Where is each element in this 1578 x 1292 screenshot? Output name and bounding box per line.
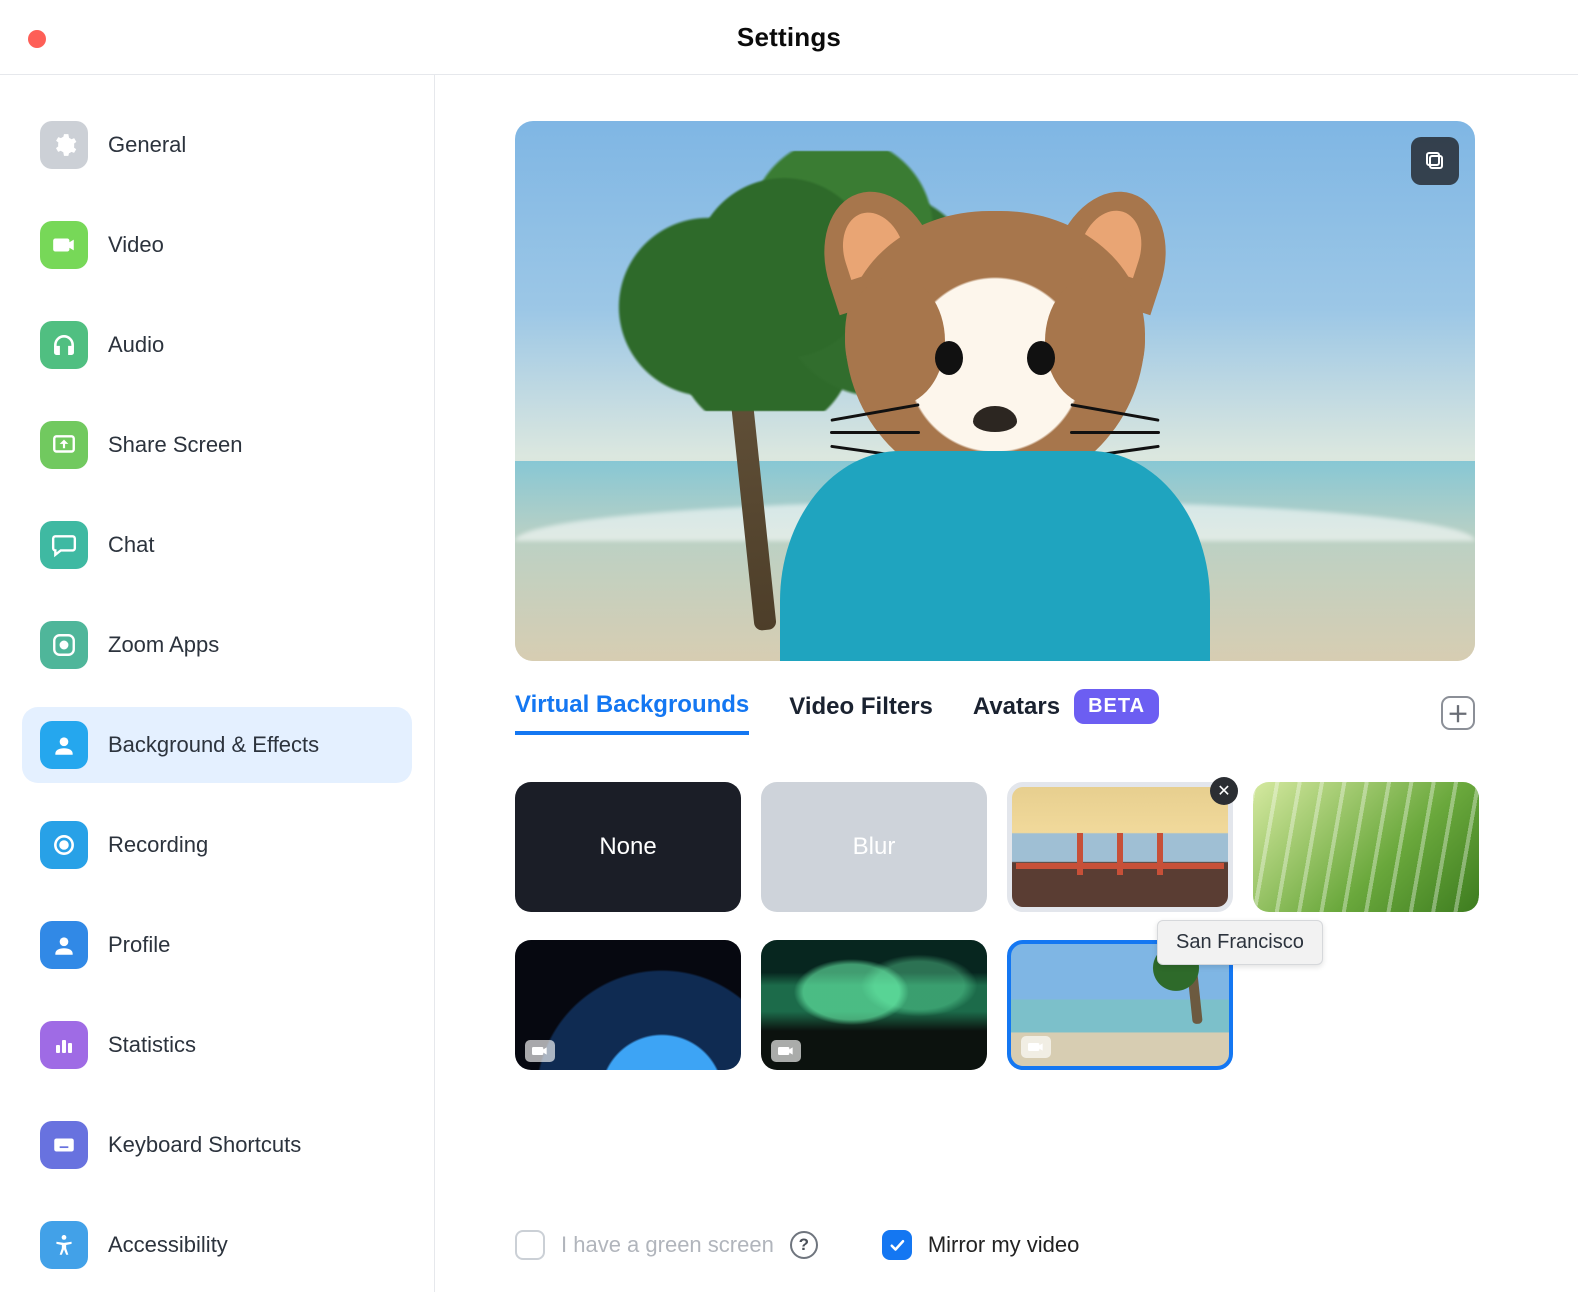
background-grid: None Blur ✕ [515,782,1495,1070]
add-background-button[interactable]: ＋ [1441,696,1475,730]
sidebar-item-label: Audio [108,332,164,358]
sidebar-item-share-screen[interactable]: Share Screen [22,407,412,483]
tab-avatars[interactable]: Avatars BETA [973,689,1159,736]
sidebar-item-zoom-apps[interactable]: Zoom Apps [22,607,412,683]
sidebar-item-label: Accessibility [108,1232,228,1258]
sidebar-item-label: Recording [108,832,208,858]
background-effects-icon [40,721,88,769]
video-badge-icon [525,1040,555,1062]
sidebar-item-label: Chat [108,532,154,558]
chat-icon [40,521,88,569]
tab-label: Avatars [973,693,1060,721]
sidebar-item-label: General [108,132,186,158]
sidebar-item-keyboard-shortcuts[interactable]: Keyboard Shortcuts [22,1107,412,1183]
sidebar-item-label: Background & Effects [108,732,319,758]
body: General Video Audio Share Screen Chat [0,75,1578,1292]
sidebar-item-chat[interactable]: Chat [22,507,412,583]
rotate-camera-button[interactable] [1411,137,1459,185]
video-badge-icon [771,1040,801,1062]
gear-icon [40,121,88,169]
background-option-aurora[interactable] [761,940,987,1070]
sidebar: General Video Audio Share Screen Chat [0,75,435,1292]
tab-label: Virtual Backgrounds [515,691,749,719]
sidebar-item-label: Profile [108,932,170,958]
effects-tabs: Virtual Backgrounds Video Filters Avatar… [515,689,1475,736]
sidebar-item-audio[interactable]: Audio [22,307,412,383]
share-screen-icon [40,421,88,469]
background-tooltip: San Francisco [1157,920,1323,965]
sidebar-item-label: Statistics [108,1032,196,1058]
plus-icon: ＋ [1447,697,1469,729]
tab-virtual-backgrounds[interactable]: Virtual Backgrounds [515,691,749,735]
green-screen-label: I have a green screen [561,1232,774,1258]
sidebar-item-accessibility[interactable]: Accessibility [22,1207,412,1283]
tab-label: Video Filters [789,693,933,721]
close-icon: ✕ [1217,781,1230,801]
background-none-label: None [599,833,656,861]
mirror-video-checkbox[interactable] [882,1230,912,1260]
background-option-grass[interactable] [1253,782,1479,912]
camera-icon [40,221,88,269]
background-option-earth[interactable] [515,940,741,1070]
video-preview [515,121,1475,661]
profile-icon [40,921,88,969]
background-grid-wrap: None Blur ✕ [515,782,1495,1070]
background-option-san-francisco[interactable]: ✕ [1007,782,1233,912]
beta-badge: BETA [1074,689,1159,724]
headphones-icon [40,321,88,369]
background-blur-label: Blur [853,833,896,861]
sidebar-item-general[interactable]: General [22,107,412,183]
remove-background-button[interactable]: ✕ [1210,777,1238,805]
sidebar-item-recording[interactable]: Recording [22,807,412,883]
option-green-screen: I have a green screen ? [515,1230,818,1260]
accessibility-icon [40,1221,88,1269]
sidebar-item-label: Video [108,232,164,258]
record-icon [40,821,88,869]
window-close-dot[interactable] [28,30,46,48]
main-content: Virtual Backgrounds Video Filters Avatar… [435,75,1578,1292]
sidebar-item-background-effects[interactable]: Background & Effects [22,707,412,783]
keyboard-icon [40,1121,88,1169]
tab-video-filters[interactable]: Video Filters [789,693,933,733]
green-screen-checkbox[interactable] [515,1230,545,1260]
sidebar-item-profile[interactable]: Profile [22,907,412,983]
sidebar-item-statistics[interactable]: Statistics [22,1007,412,1083]
sidebar-item-label: Keyboard Shortcuts [108,1132,301,1158]
sidebar-item-label: Zoom Apps [108,632,219,658]
background-option-blur[interactable]: Blur [761,782,987,912]
titlebar: Settings [0,0,1578,75]
window-title: Settings [737,22,841,53]
sidebar-item-label: Share Screen [108,432,243,458]
background-option-none[interactable]: None [515,782,741,912]
video-badge-icon [1021,1036,1051,1058]
option-mirror-video: Mirror my video [882,1230,1080,1260]
green-screen-help-icon[interactable]: ? [790,1231,818,1259]
bottom-options: I have a green screen ? Mirror my video [515,1230,1079,1260]
mirror-video-label: Mirror my video [928,1232,1080,1258]
sidebar-item-video[interactable]: Video [22,207,412,283]
apps-icon [40,621,88,669]
statistics-icon [40,1021,88,1069]
